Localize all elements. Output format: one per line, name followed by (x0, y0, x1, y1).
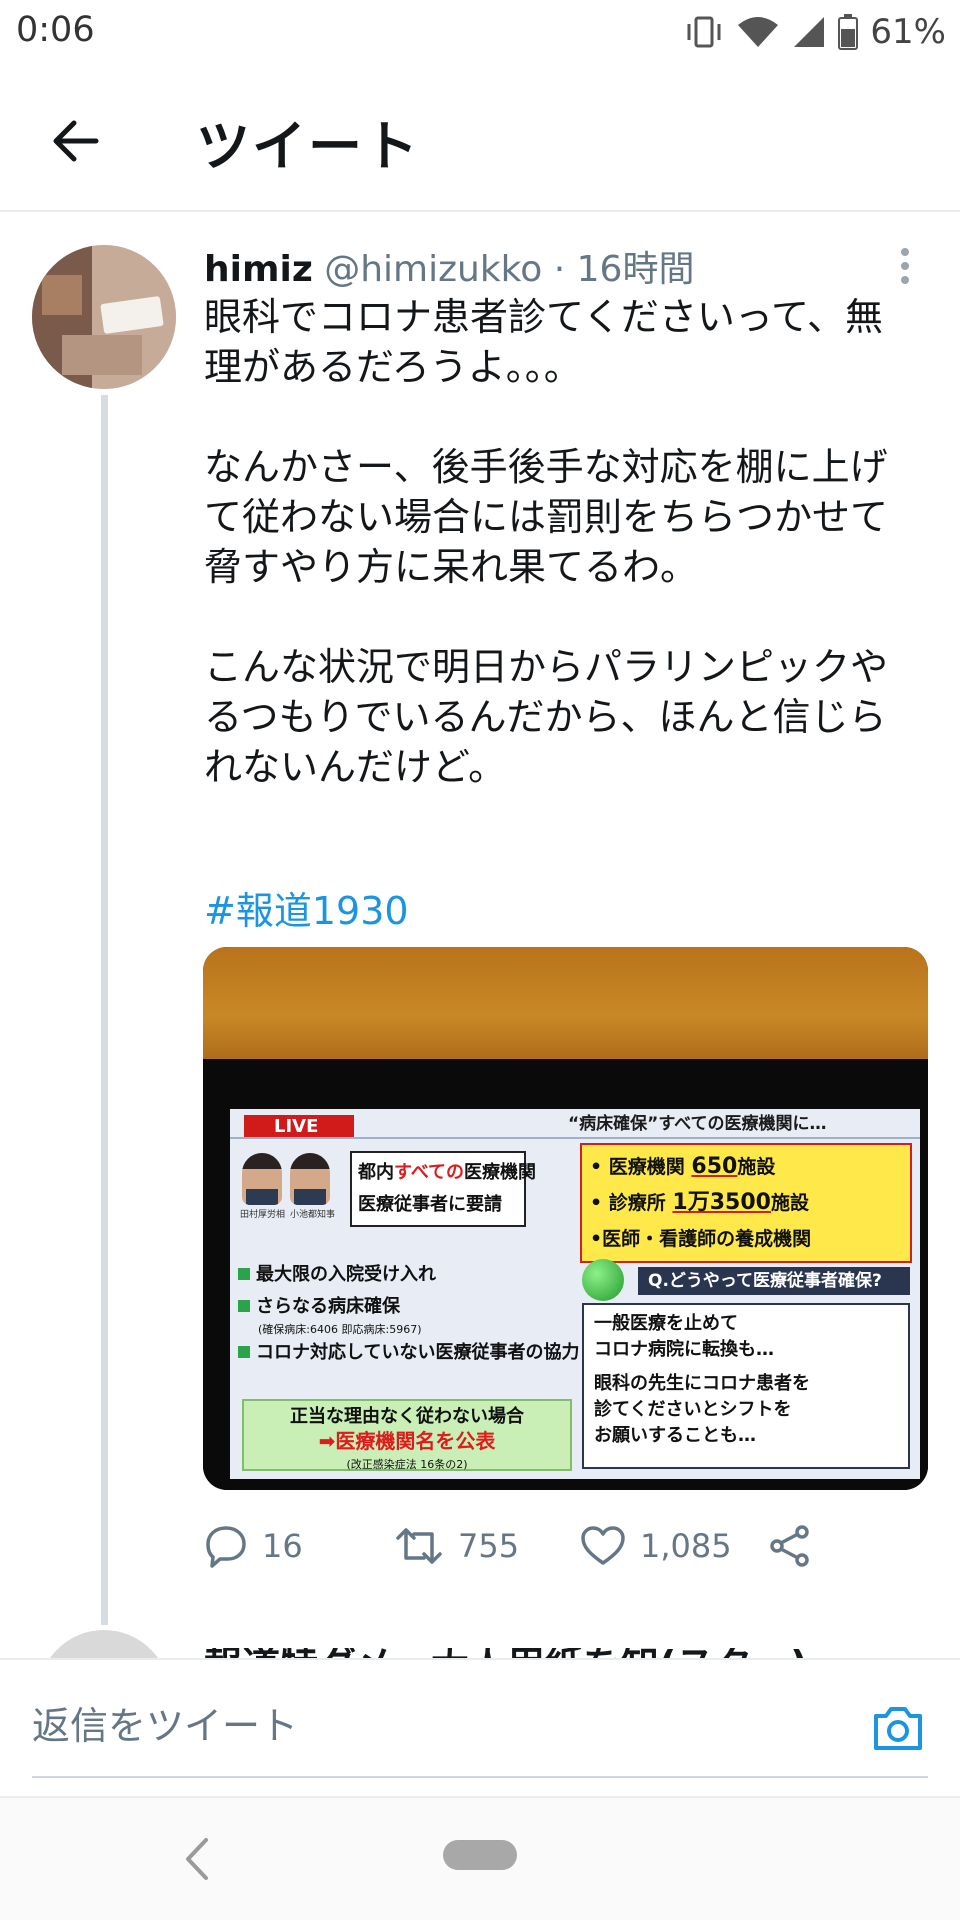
battery-percent: 61% (870, 12, 946, 52)
signal-icon (792, 15, 826, 49)
tweet-actions: 16 755 1,085 (204, 1516, 904, 1576)
tweet-time: 16時間 (576, 249, 695, 290)
hashtag-link[interactable]: #報道1930 (204, 880, 409, 935)
tweet-text: 眼科でコロナ患者診てくださいって、無 理があるだろうよ。。。 なんかさー、後手後… (204, 292, 934, 792)
reply-icon (206, 1526, 246, 1568)
app-bar: ツイート (0, 66, 960, 212)
arrow-left-icon (53, 120, 99, 162)
tweet-paragraph: こんな状況で明日からパラリンピックや るつもりでいるんだから、ほんと信じら れな… (204, 645, 889, 789)
camera-button[interactable] (870, 1700, 926, 1756)
share-button[interactable] (768, 1516, 812, 1576)
kebab-dot (901, 276, 909, 284)
question-banner: Q.どうやって医療従事者確保? (638, 1267, 910, 1295)
camera-icon (874, 1707, 922, 1750)
author-name[interactable]: himiz (204, 249, 313, 290)
mascot-icon (582, 1259, 624, 1301)
retweet-button[interactable]: 755 (394, 1516, 519, 1576)
like-count: 1,085 (640, 1527, 732, 1565)
wifi-icon (736, 15, 780, 49)
back-button[interactable] (42, 108, 108, 174)
page-title: ツイート (196, 115, 420, 178)
more-options-button[interactable] (890, 244, 920, 288)
penalty-box: 正当な理由なく従わない場合 ➡医療機関名を公表 (改正感染症法 16条の2) (242, 1399, 572, 1471)
bullet-list: 最大限の入院受け入れ さらなる病床確保 (確保病床:6406 即応病床:5967… (238, 1259, 579, 1369)
request-box: 都内すべての医療機関 医療従事者に要請 (350, 1151, 536, 1227)
photo-tv: LIVE “病床確保”すべての医療機関に… 田村厚労相 小池都知事 都内すべての… (203, 1059, 928, 1490)
reply-count: 16 (262, 1527, 303, 1565)
retweet-count: 755 (458, 1527, 520, 1565)
retweet-icon (396, 1528, 442, 1564)
avatar[interactable] (32, 245, 176, 389)
person-caption: 田村厚労相 (240, 1210, 286, 1220)
heart-icon (581, 1526, 625, 1565)
photo-wall (203, 947, 928, 1072)
answer-box: 一般医療を止めて コロナ病院に転換も… 眼科の先生にコロナ患者を 診てくださいと… (582, 1303, 910, 1469)
vibrate-icon (684, 15, 724, 49)
tweet-paragraph: なんかさー、後手後手な対応を棚に上げ て従わない場合には罰則をちらつかせて 脅す… (204, 445, 889, 589)
person-photo (290, 1153, 330, 1205)
system-nav-bar (0, 1796, 960, 1920)
tweet-paragraph: 眼科でコロナ患者診てくださいって、無 理があるだろうよ。。。 (204, 295, 884, 389)
battery-icon (838, 14, 859, 50)
author-handle[interactable]: @himizukko (324, 249, 542, 290)
kebab-dot (901, 248, 909, 256)
nav-back-button[interactable] (178, 1834, 218, 1884)
reply-composer: 返信をツイート (0, 1658, 960, 1792)
reply-button[interactable]: 16 (204, 1516, 303, 1576)
chevron-left-icon (186, 1838, 208, 1880)
nav-home-pill[interactable] (443, 1840, 517, 1870)
thread-line (101, 395, 108, 1625)
tv-screen: LIVE “病床確保”すべての医療機関に… 田村厚労相 小池都知事 都内すべての… (230, 1109, 920, 1479)
input-underline (32, 1776, 928, 1778)
status-icons: 61% (684, 12, 946, 52)
tv-top-caption: “病床確保”すべての医療機関に… (568, 1114, 827, 1134)
person-photo (242, 1153, 282, 1205)
screen: 0:06 61% ツイート himiz @himizukko · 16時間 眼科… (0, 0, 960, 1920)
tweet-photo[interactable]: LIVE “病床確保”すべての医療機関に… 田村厚労相 小池都知事 都内すべての… (203, 947, 928, 1490)
live-badge: LIVE (244, 1115, 354, 1139)
separator: · (553, 249, 566, 290)
reply-input[interactable]: 返信をツイート (32, 1676, 792, 1776)
status-bar: 0:06 61% (0, 0, 960, 66)
share-icon (770, 1525, 809, 1567)
like-button[interactable]: 1,085 (580, 1516, 732, 1576)
facility-box: • 医療機関 650施設 • 診療所 1万3500施設 •医師・看護師の養成機関 (580, 1143, 912, 1263)
kebab-dot (901, 262, 909, 270)
tweet-header: himiz @himizukko · 16時間 (204, 240, 694, 292)
person-caption: 小池都知事 (290, 1210, 336, 1220)
status-time: 0:06 (16, 10, 95, 50)
